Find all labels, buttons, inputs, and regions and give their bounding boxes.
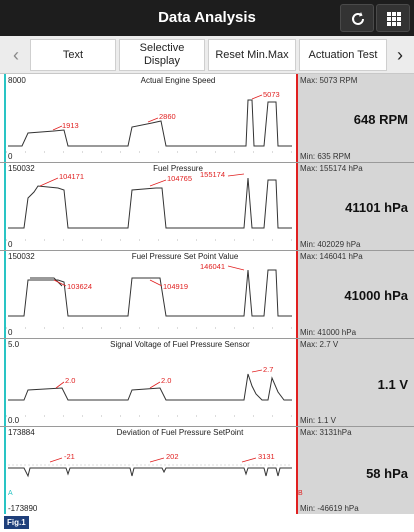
cursor-b-label[interactable]: B (298, 490, 303, 497)
marker-label: -21 (64, 452, 75, 461)
deviation-markers (49, 457, 257, 463)
marker-label: 202 (166, 452, 179, 461)
max-value-label: Max: 3131hPa (300, 428, 352, 437)
cursor-a-label[interactable]: A (8, 490, 13, 497)
figure-label: Fig.1 (4, 516, 29, 529)
min-value-label: Min: -46619 hPa (300, 504, 359, 513)
current-value: 58 hPa (366, 466, 408, 481)
marker-label: 3131 (258, 452, 275, 461)
